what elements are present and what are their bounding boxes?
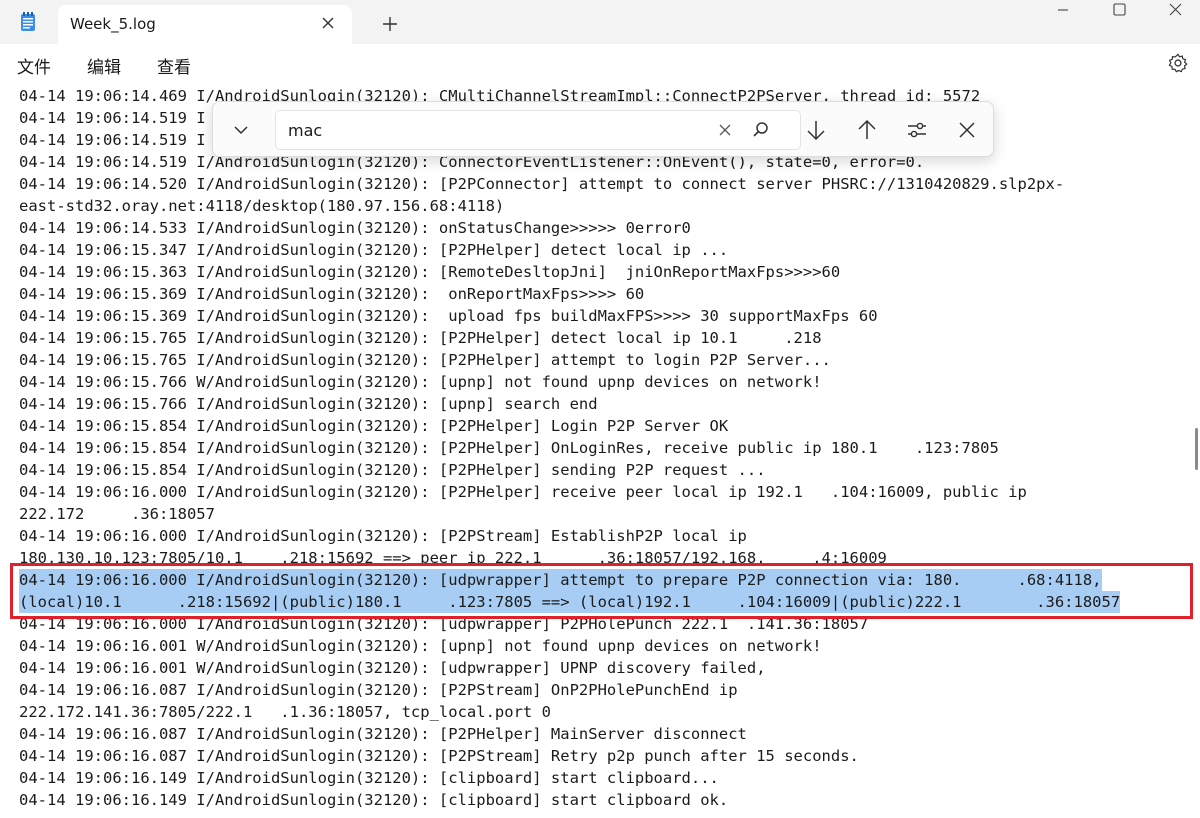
menu-edit[interactable]: 编辑 [87,53,121,78]
options-sliders-icon[interactable] [903,116,931,144]
log-line: 04-14 19:06:16.001 W/AndroidSunlogin(321… [19,637,822,655]
log-line: 04-14 19:06:15.766 I/AndroidSunlogin(321… [19,395,598,413]
log-line: 04-14 19:06:15.854 I/AndroidSunlogin(321… [19,417,729,435]
minimize-icon[interactable] [1040,0,1086,24]
log-line: 04-14 19:06:14.519 I [19,131,206,149]
log-line: 04-14 19:06:16.087 I/AndroidSunlogin(321… [19,725,747,743]
menu-view[interactable]: 查看 [157,53,191,78]
vertical-scrollbar-thumb[interactable] [1195,428,1198,470]
title-bar: Week_5.log [0,0,1200,44]
log-line: 04-14 19:06:14.519 I [19,109,206,127]
log-line: 222.172 .36:18057 [19,505,215,523]
new-tab-icon[interactable] [378,12,402,36]
log-line: 04-14 19:06:15.854 I/AndroidSunlogin(321… [19,461,766,479]
notepad-icon [20,12,36,32]
log-line: 04-14 19:06:15.765 I/AndroidSunlogin(321… [19,329,822,347]
annotation-highlight-box [10,563,1193,619]
gear-icon[interactable] [1167,52,1189,74]
log-line: 04-14 19:06:16.087 I/AndroidSunlogin(321… [19,747,859,765]
find-previous-icon[interactable] [853,116,881,144]
close-tab-icon[interactable] [316,11,340,35]
window-close-icon[interactable] [1152,0,1198,24]
log-line: 04-14 19:06:15.369 I/AndroidSunlogin(321… [19,307,878,325]
tab-title: Week_5.log [70,15,156,33]
log-line: 04-14 19:06:16.000 I/AndroidSunlogin(321… [19,483,1027,501]
find-next-icon[interactable] [802,116,830,144]
maximize-icon[interactable] [1096,0,1142,24]
text-editor[interactable]: 04-14 19:06:14.469 I/AndroidSunlogin(321… [0,84,1200,818]
close-find-icon[interactable] [953,116,981,144]
log-line: 04-14 19:06:15.369 I/AndroidSunlogin(321… [19,285,645,303]
chevron-down-icon[interactable] [229,118,253,142]
log-line: 04-14 19:06:16.149 I/AndroidSunlogin(321… [19,791,729,809]
log-line: 04-14 19:06:14.520 I/AndroidSunlogin(321… [19,175,1065,193]
log-line: 04-14 19:06:16.149 I/AndroidSunlogin(321… [19,769,719,787]
log-line: 04-14 19:06:15.854 I/AndroidSunlogin(321… [19,439,999,457]
log-line: 04-14 19:06:15.765 I/AndroidSunlogin(321… [19,351,831,369]
menu-file[interactable]: 文件 [17,53,51,78]
clear-icon[interactable] [713,118,737,142]
log-line: 04-14 19:06:16.087 I/AndroidSunlogin(321… [19,681,738,699]
log-line: 222.172.141.36:7805/222.1 .1.36:18057, t… [19,703,551,721]
log-line: 04-14 19:06:15.363 I/AndroidSunlogin(321… [19,263,841,281]
search-icon[interactable] [749,118,773,142]
log-line: 04-14 19:06:15.766 W/AndroidSunlogin(321… [19,373,822,391]
log-line: 04-14 19:06:14.533 I/AndroidSunlogin(321… [19,219,691,237]
menu-bar: 文件 编辑 查看 [0,44,1200,84]
log-line: 04-14 19:06:15.347 I/AndroidSunlogin(321… [19,241,729,259]
log-line: 04-14 19:06:16.000 I/AndroidSunlogin(321… [19,527,747,545]
log-line: 04-14 19:06:16.001 W/AndroidSunlogin(321… [19,659,766,677]
tab-week5-log[interactable]: Week_5.log [58,5,352,44]
log-line: east-std32.oray.net:4118/desktop(180.97.… [19,197,505,215]
find-bar [212,101,994,157]
